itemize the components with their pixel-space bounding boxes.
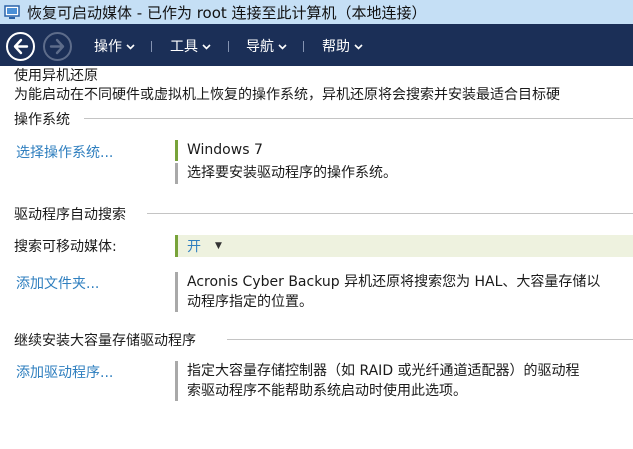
menu-tools[interactable]: 工具 [170,36,211,56]
removable-media-value: 开 [187,239,201,255]
removable-media-label: 搜索可移动媒体: [14,239,117,255]
chevron-down-icon [354,38,363,54]
title-bar: 恢复可启动媒体 - 已作为 root 连接至此计算机（本地连接） [0,0,633,24]
os-hint-box: 选择要安装驱动程序的操作系统。 [175,163,633,184]
menu-separator [151,41,152,52]
os-value-box: Windows 7 [175,140,633,161]
add-driver-link[interactable]: 添加驱动程序... [16,362,113,382]
nav-bar: 操作 工具 导航 帮助 [0,24,633,66]
back-button[interactable] [6,32,35,61]
os-value: Windows 7 [187,142,263,158]
section-heading-mass-storage: 继续安装大容量存储驱动程序 [14,333,196,349]
removable-media-toggle[interactable]: 开 ▼ [175,235,633,257]
add-folder-link[interactable]: 添加文件夹... [16,273,99,293]
section-divider [84,118,633,119]
section-heading-auto-search: 驱动程序自动搜索 [14,207,126,223]
forward-button[interactable] [43,32,72,61]
section-heading-os: 操作系统 [14,112,70,128]
app-icon [4,4,20,20]
section-divider [227,339,633,340]
page-title: 使用异机还原 [14,68,98,84]
add-driver-desc-line-1: 指定大容量存储控制器（如 RAID 或光纤通道适配器）的驱动程 [187,363,580,379]
add-driver-desc-line-2: 索驱动程序不能帮助系统启动时使用此选项。 [187,383,467,399]
add-driver-desc-box: 指定大容量存储控制器（如 RAID 或光纤通道适配器）的驱动程 索驱动程序不能帮… [175,361,633,401]
menu-actions-label: 操作 [94,39,122,55]
arrow-right-icon [49,38,65,55]
menu-actions[interactable]: 操作 [94,36,135,56]
menu-tools-label: 工具 [170,39,198,55]
dropdown-caret-icon: ▼ [215,241,222,251]
section-divider [147,213,633,214]
add-folder-desc-line-2: 动程序指定的位置。 [187,294,313,310]
menu-navigation[interactable]: 导航 [246,36,287,56]
window-title: 恢复可启动媒体 - 已作为 root 连接至此计算机（本地连接） [27,4,427,22]
menu-separator [228,41,229,52]
add-folder-desc-line-1: Acronis Cyber Backup 异机还原将搜索您为 HAL、大容量存储… [187,274,601,290]
add-folder-desc-box: Acronis Cyber Backup 异机还原将搜索您为 HAL、大容量存储… [175,272,633,312]
select-os-link[interactable]: 选择操作系统... [16,142,113,162]
page-description: 为能启动在不同硬件或虚拟机上恢复的操作系统，异机还原将会搜索并安装最适合目标硬 [14,87,560,103]
menu-help-label: 帮助 [322,39,350,55]
os-hint: 选择要安装驱动程序的操作系统。 [187,165,397,181]
menu-navigation-label: 导航 [246,39,274,55]
arrow-left-icon [13,38,29,55]
menu-help[interactable]: 帮助 [322,36,363,56]
chevron-down-icon [202,38,211,54]
chevron-down-icon [126,38,135,54]
chevron-down-icon [278,38,287,54]
menu-separator [303,41,304,52]
